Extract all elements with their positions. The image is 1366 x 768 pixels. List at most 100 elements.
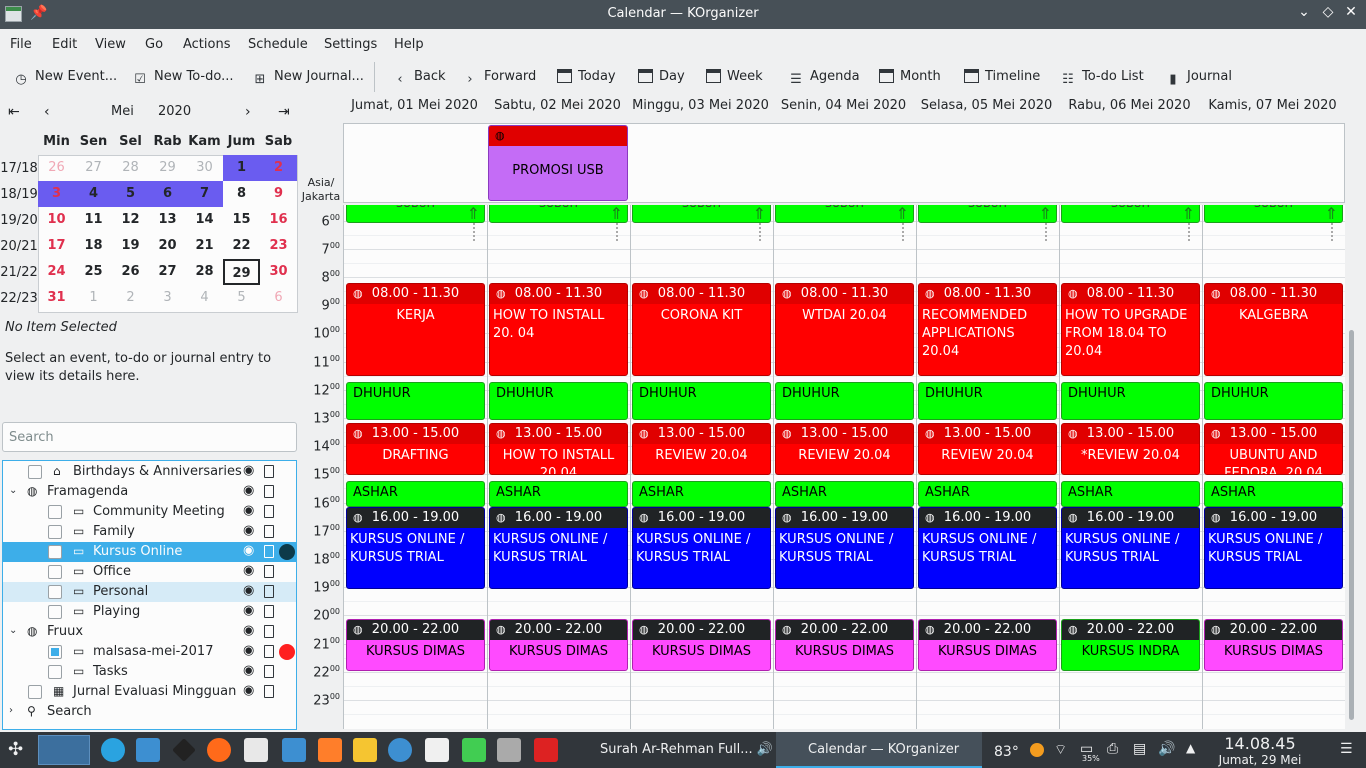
- editor-icon[interactable]: [353, 738, 377, 762]
- datepicker-day[interactable]: 28: [112, 155, 149, 181]
- event-noon[interactable]: ◍ 13.00 - 15.00 HOW TO INSTALL 20.04: [489, 423, 628, 475]
- task-korganizer[interactable]: Calendar — KOrganizer: [776, 732, 982, 768]
- datepicker-day[interactable]: 28: [186, 259, 223, 285]
- day-view-button[interactable]: Day: [638, 69, 685, 89]
- prev-year-button[interactable]: ⇤: [8, 104, 20, 120]
- week-time-grid[interactable]: SUBUH⇑◍08.00 - 11.30KERJADHUHUR◍13.00 - …: [343, 205, 1345, 729]
- eye-icon[interactable]: ◉: [243, 503, 254, 518]
- menu-settings[interactable]: Settings: [324, 37, 377, 52]
- telegram-icon[interactable]: [101, 738, 125, 762]
- bookmark-icon[interactable]: [264, 665, 274, 678]
- event-noon[interactable]: ◍ 13.00 - 15.00 REVIEW 20.04: [918, 423, 1057, 475]
- event-noon[interactable]: ◍ 13.00 - 15.00 REVIEW 20.04: [775, 423, 914, 475]
- event-morning[interactable]: ◍ 08.00 - 11.30 HOW TO UPGRADE FROM 18.04 …: [1061, 283, 1200, 376]
- prev-month-button[interactable]: ‹: [44, 104, 50, 120]
- menu-file[interactable]: File: [10, 37, 32, 52]
- event-subuh[interactable]: SUBUH⇑: [1061, 205, 1200, 223]
- datepicker-day[interactable]: 1: [75, 285, 112, 311]
- event-morning[interactable]: ◍ 08.00 - 11.30 KERJA: [346, 283, 485, 376]
- datepicker-day[interactable]: 29: [223, 259, 260, 285]
- event-ashar[interactable]: ASHAR: [632, 481, 771, 507]
- event-ashar[interactable]: ASHAR: [346, 481, 485, 507]
- bookmark-icon[interactable]: [264, 485, 274, 498]
- file-manager-icon[interactable]: [136, 738, 160, 762]
- update-icon[interactable]: [1030, 743, 1044, 757]
- todo-list-button[interactable]: ☷ To-do List: [1060, 69, 1144, 89]
- zotero-icon[interactable]: [534, 738, 558, 762]
- day-column-header[interactable]: Sabtu, 02 Mei 2020: [486, 98, 629, 118]
- checkbox[interactable]: [48, 545, 62, 559]
- datepicker-day[interactable]: 17: [38, 233, 75, 259]
- tools-icon[interactable]: [497, 738, 521, 762]
- tree-item-family[interactable]: ▭ Family ◉: [3, 522, 296, 542]
- datepicker-day[interactable]: 10: [38, 207, 75, 233]
- eye-icon[interactable]: ◉: [243, 643, 254, 658]
- day-column-header[interactable]: Minggu, 03 Mei 2020: [629, 98, 772, 118]
- week-number[interactable]: 19/20: [0, 213, 38, 228]
- checkbox[interactable]: [48, 605, 62, 619]
- week-number[interactable]: 22/23: [0, 291, 38, 306]
- tree-item-fruux[interactable]: ⌄ ◍ Fruux ◉: [3, 622, 296, 642]
- eye-icon[interactable]: ◉: [243, 683, 254, 698]
- month-selector[interactable]: Mei: [111, 104, 134, 119]
- event-subuh[interactable]: SUBUH⇑: [346, 205, 485, 223]
- new-todo-button[interactable]: ☑ New To-do...: [132, 69, 233, 89]
- datepicker-day[interactable]: 19: [112, 233, 149, 259]
- tree-item-personal[interactable]: ▭ Personal ◉: [3, 582, 296, 602]
- menu-schedule[interactable]: Schedule: [248, 37, 308, 52]
- week-number[interactable]: 21/22: [0, 265, 38, 280]
- eye-icon[interactable]: ◉: [243, 663, 254, 678]
- volume-icon[interactable]: 🔊: [1158, 741, 1175, 757]
- datepicker-day[interactable]: 8: [223, 181, 260, 207]
- event-morning[interactable]: ◍ 08.00 - 11.30 CORONA KIT: [632, 283, 771, 376]
- datepicker-day[interactable]: 30: [186, 155, 223, 181]
- forward-button[interactable]: › Forward: [462, 69, 536, 89]
- day-column-header[interactable]: Selasa, 05 Mei 2020: [915, 98, 1058, 118]
- menu-help[interactable]: Help: [394, 37, 424, 52]
- qt-icon[interactable]: [462, 738, 486, 762]
- event-evening[interactable]: ◍ 20.00 - 22.00 KURSUS DIMAS: [775, 619, 914, 671]
- eye-icon[interactable]: ◉: [243, 523, 254, 538]
- clipboard-icon[interactable]: ▤: [1133, 741, 1146, 757]
- month-view-button[interactable]: Month: [879, 69, 941, 89]
- week-number[interactable]: 20/21: [0, 239, 38, 254]
- back-button[interactable]: ‹ Back: [392, 69, 445, 89]
- firefox-icon[interactable]: [207, 738, 231, 762]
- checkbox[interactable]: [48, 585, 62, 599]
- new-journal-button[interactable]: ⊞ New Journal...: [252, 69, 364, 89]
- today-button[interactable]: Today: [557, 69, 616, 89]
- day-column-header[interactable]: Kamis, 07 Mei 2020: [1201, 98, 1344, 118]
- checkbox[interactable]: [48, 565, 62, 579]
- datepicker-day[interactable]: 14: [186, 207, 223, 233]
- event-course[interactable]: ◍ 16.00 - 19.00 KURSUS ONLINE / KURSUS TRI…: [1061, 507, 1200, 589]
- printer-icon[interactable]: ⎙: [1107, 741, 1118, 757]
- datepicker-day[interactable]: 4: [75, 181, 112, 207]
- datepicker-day[interactable]: 1: [223, 155, 260, 181]
- chevron-right-icon[interactable]: ›: [9, 705, 13, 716]
- checkbox[interactable]: [48, 525, 62, 539]
- journal-view-button[interactable]: ▮ Journal: [1165, 69, 1232, 89]
- event-dhuhur[interactable]: DHUHUR: [1061, 382, 1200, 420]
- datepicker-day[interactable]: 6: [149, 181, 186, 207]
- menu-edit[interactable]: Edit: [52, 37, 77, 52]
- event-dhuhur[interactable]: DHUHUR: [775, 382, 914, 420]
- eye-icon[interactable]: ◉: [243, 603, 254, 618]
- eye-icon[interactable]: ◉: [243, 463, 254, 478]
- network-icon[interactable]: ⌔: [1054, 741, 1067, 759]
- bookmark-icon[interactable]: [264, 505, 274, 518]
- task-firefox[interactable]: Surah Ar-Rehman Full... 🔊: [568, 732, 773, 768]
- event-ashar[interactable]: ASHAR: [1061, 481, 1200, 507]
- bookmark-icon[interactable]: [264, 605, 274, 618]
- window-titlebar[interactable]: 📌 Calendar — KOrganizer ⌄ ◇ ✕: [0, 0, 1366, 29]
- event-ashar[interactable]: ASHAR: [918, 481, 1057, 507]
- next-month-button[interactable]: ›: [245, 104, 251, 120]
- event-dhuhur[interactable]: DHUHUR: [346, 382, 485, 420]
- datepicker-day[interactable]: 25: [75, 259, 112, 285]
- datepicker-day[interactable]: 7: [186, 181, 223, 207]
- day-column-header[interactable]: Senin, 04 Mei 2020: [772, 98, 915, 118]
- event-course[interactable]: ◍ 16.00 - 19.00 KURSUS ONLINE / KURSUS TRI…: [632, 507, 771, 589]
- calendar-launcher-icon[interactable]: [244, 738, 268, 762]
- event-dhuhur[interactable]: DHUHUR: [1204, 382, 1343, 420]
- tree-item-birthdays[interactable]: ⌂ Birthdays & Anniversaries ◉: [3, 462, 296, 482]
- eye-icon[interactable]: ◉: [243, 563, 254, 578]
